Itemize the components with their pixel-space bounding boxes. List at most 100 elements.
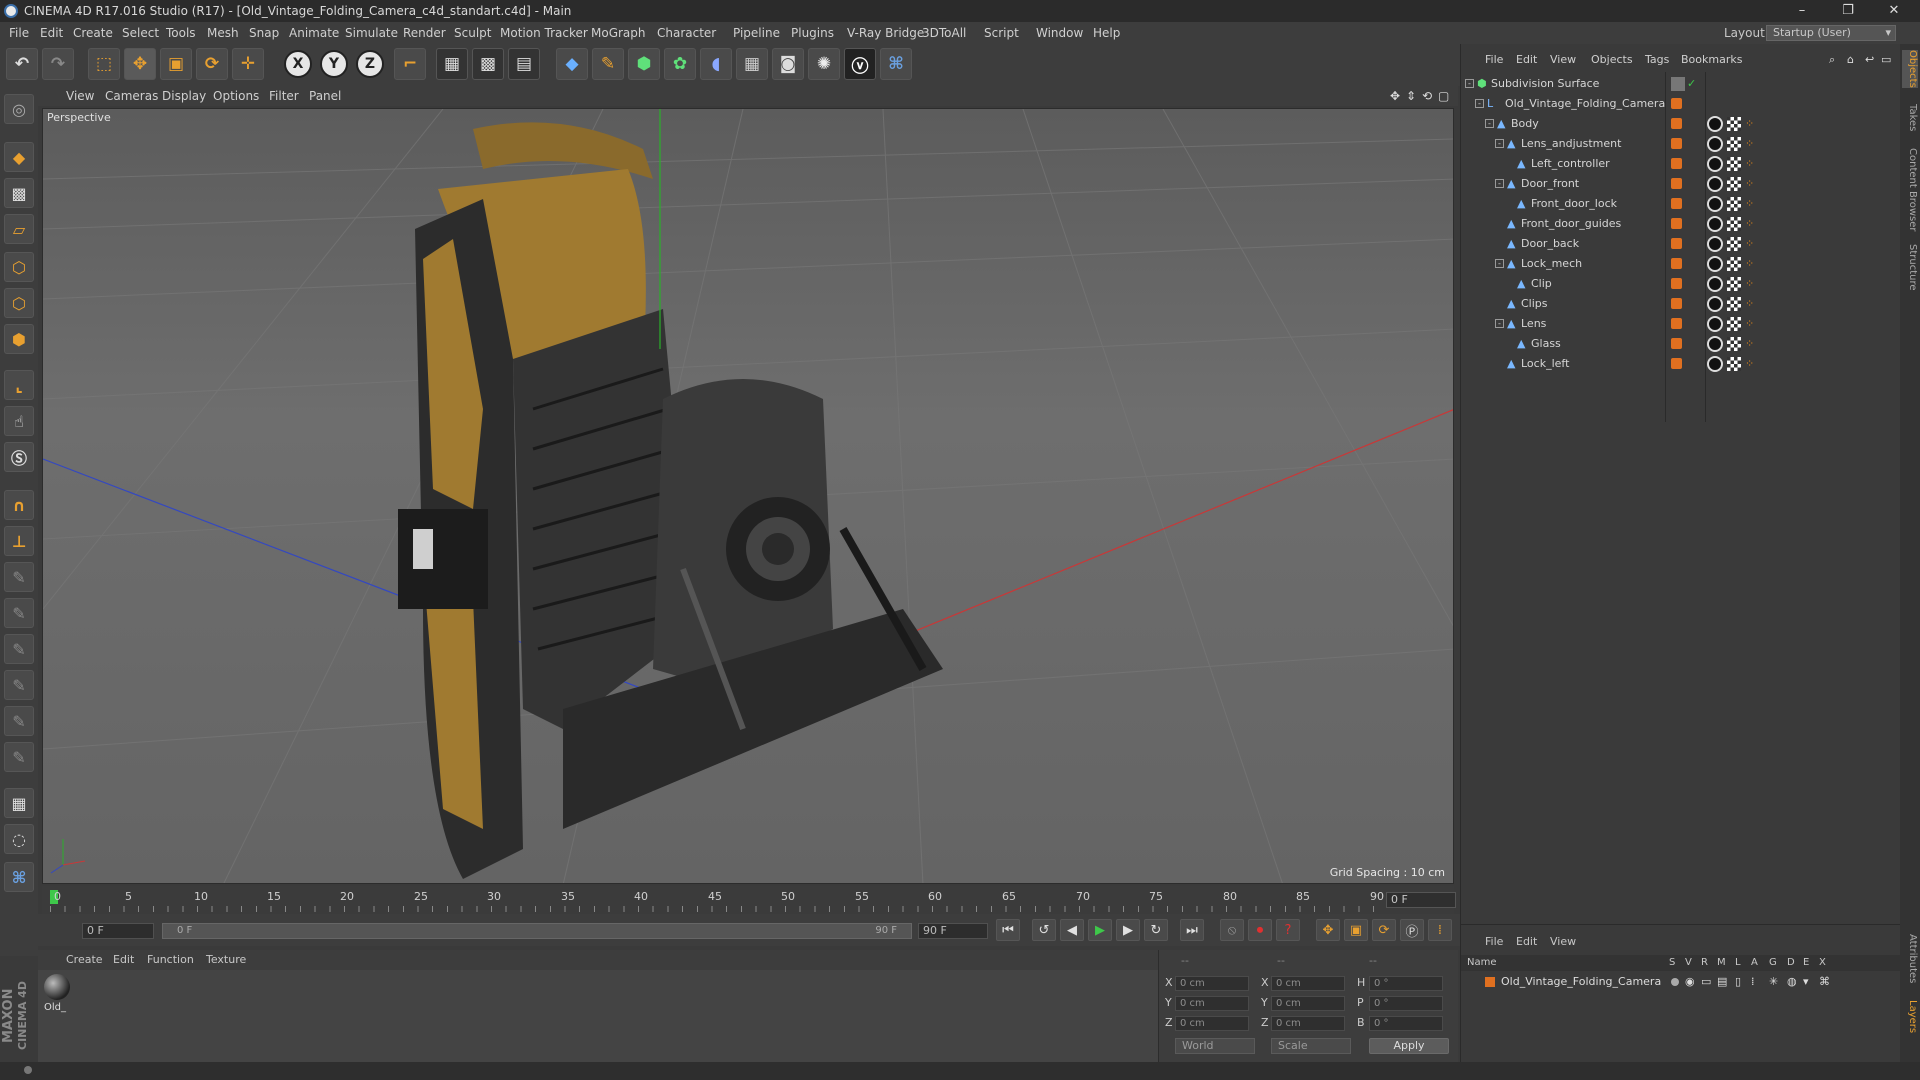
object-row-body[interactable]: - ▲ Body ⁘ xyxy=(1461,114,1901,134)
material-tag-icon[interactable] xyxy=(1707,116,1723,132)
x-axis-lock-button[interactable]: X xyxy=(284,50,312,78)
floor-object-icon[interactable]: ▦ xyxy=(736,48,768,80)
visibility-toggle-icon[interactable] xyxy=(1671,77,1685,91)
undo-icon[interactable]: ↶ xyxy=(6,48,38,80)
edges-mode-icon[interactable]: ⬡ xyxy=(4,288,34,318)
key-rotation-icon[interactable]: ⟳ xyxy=(1372,919,1396,941)
object-menu-view[interactable]: View xyxy=(1550,50,1576,70)
uvw-tag-icon[interactable] xyxy=(1727,317,1741,331)
make-editable-icon[interactable]: ◎ xyxy=(4,94,34,124)
next-frame-icon[interactable]: ▶ xyxy=(1116,919,1140,941)
menu-character[interactable]: Character xyxy=(657,22,716,44)
animation-toggle-icon[interactable]: ⁞ xyxy=(1751,973,1755,991)
material-name[interactable]: Old_ xyxy=(44,1002,66,1013)
material-tag-icon[interactable] xyxy=(1707,136,1723,152)
frame-range-slider[interactable]: 0 F 90 F xyxy=(162,923,912,939)
side-tab-structure[interactable]: Structure xyxy=(1902,244,1918,291)
phong-tag-icon[interactable]: ⁘ xyxy=(1745,258,1757,270)
material-tag-icon[interactable] xyxy=(1707,316,1723,332)
key-parameter-icon[interactable]: Ⓟ xyxy=(1400,919,1424,941)
magnet-icon[interactable]: ∩ xyxy=(4,490,34,520)
sculpt-pull-icon[interactable]: ✎ xyxy=(4,598,34,628)
layer-color-icon[interactable] xyxy=(1671,298,1682,309)
layer-row[interactable]: Old_Vintage_Folding_Camera ◉ ▭ ▤ ▯ ⁞ ✳ ◍… xyxy=(1461,973,1901,991)
layer-color-icon[interactable] xyxy=(1671,258,1682,269)
collapse-toggle[interactable]: - xyxy=(1495,139,1504,148)
render-view-icon[interactable]: ▦ xyxy=(436,48,468,80)
phong-tag-icon[interactable]: ⁘ xyxy=(1745,138,1757,150)
manager-toggle-icon[interactable]: ▤ xyxy=(1717,973,1727,991)
layer-color-icon[interactable] xyxy=(1671,278,1682,289)
points-mode-icon[interactable]: ⬡ xyxy=(4,252,34,282)
brush-tool-icon[interactable]: ✎ xyxy=(4,562,34,592)
layer-color-icon[interactable] xyxy=(1671,218,1682,229)
snapping-icon[interactable]: Ⓢ xyxy=(4,442,34,472)
menu-select[interactable]: Select xyxy=(122,22,159,44)
uvw-tag-icon[interactable] xyxy=(1727,297,1741,311)
sculpt-grab-icon[interactable]: ✎ xyxy=(4,742,34,772)
key-point-level-icon[interactable]: ⁞ xyxy=(1428,919,1452,941)
layer-color-icon[interactable] xyxy=(1671,98,1682,109)
side-tab-objects[interactable]: Objects xyxy=(1902,50,1918,88)
coord-pos-z-field[interactable]: 0 cm xyxy=(1175,1016,1249,1031)
coord-pos-y-field[interactable]: 0 cm xyxy=(1175,996,1249,1011)
collapse-toggle[interactable]: - xyxy=(1475,99,1484,108)
timeline-ruler[interactable]: 0 5 10 15 20 25 30 35 40 45 50 55 60 65 … xyxy=(42,886,1454,914)
coord-pos-x-field[interactable]: 0 cm xyxy=(1175,976,1249,991)
python-icon[interactable]: ⌘ xyxy=(880,48,912,80)
coord-size-x-field[interactable]: 0 cm xyxy=(1271,976,1345,991)
generators-toggle-icon[interactable]: ✳ xyxy=(1769,973,1778,991)
y-axis-lock-button[interactable]: Y xyxy=(320,50,348,78)
previous-frame-icon[interactable]: ◀ xyxy=(1060,919,1084,941)
go-to-start-icon[interactable]: ⏮ xyxy=(996,919,1020,941)
play-icon[interactable]: ▶ xyxy=(1088,919,1112,941)
phong-tag-icon[interactable]: ⁘ xyxy=(1745,298,1757,310)
minimize-button[interactable]: – xyxy=(1782,0,1822,22)
maximize-button[interactable]: ❐ xyxy=(1828,0,1868,22)
coordinate-system-icon[interactable]: ⌐ xyxy=(394,48,426,80)
phong-tag-icon[interactable]: ⁘ xyxy=(1745,278,1757,290)
back-icon[interactable]: ↩ xyxy=(1865,50,1874,70)
object-menu-tags[interactable]: Tags xyxy=(1645,50,1669,70)
collapse-toggle[interactable]: - xyxy=(1485,119,1494,128)
lock-toggle-icon[interactable]: ▯ xyxy=(1735,973,1741,991)
render-picture-viewer-icon[interactable]: ▩ xyxy=(472,48,504,80)
menu-animate[interactable]: Animate xyxy=(289,22,339,44)
side-tab-takes[interactable]: Takes xyxy=(1902,104,1918,131)
enabled-check-icon[interactable]: ✓ xyxy=(1687,78,1699,90)
menu-mograph[interactable]: MoGraph xyxy=(591,22,646,44)
render-settings-icon[interactable]: ▤ xyxy=(508,48,540,80)
menu-3dtoall[interactable]: 3DToAll xyxy=(922,22,966,44)
texture-mode-icon[interactable]: ▩ xyxy=(4,178,34,208)
object-menu-bookmarks[interactable]: Bookmarks xyxy=(1681,50,1742,70)
layer-color-icon[interactable] xyxy=(1671,318,1682,329)
sculpt-inflate-icon[interactable]: ✎ xyxy=(4,670,34,700)
material-tag-icon[interactable] xyxy=(1707,276,1723,292)
menu-simulate[interactable]: Simulate xyxy=(345,22,398,44)
coord-scale-dropdown[interactable]: Scale xyxy=(1271,1038,1351,1054)
side-tab-layers[interactable]: Layers xyxy=(1902,1000,1918,1033)
expressions-toggle-icon[interactable]: ▾ xyxy=(1803,973,1809,991)
menu-script[interactable]: Script xyxy=(984,22,1019,44)
layer-color-icon[interactable] xyxy=(1671,178,1682,189)
next-key-icon[interactable]: ↻ xyxy=(1144,919,1168,941)
phong-tag-icon[interactable]: ⁘ xyxy=(1745,118,1757,130)
current-frame-field[interactable]: 0 F xyxy=(1386,892,1456,908)
phong-tag-icon[interactable]: ⁘ xyxy=(1745,358,1757,370)
search-icon[interactable]: ⌕ xyxy=(1829,50,1835,70)
uvw-tag-icon[interactable] xyxy=(1727,237,1741,251)
cube-primitive-icon[interactable]: ◆ xyxy=(556,48,588,80)
grid-floor-icon[interactable]: ▦ xyxy=(4,788,34,818)
menu-render[interactable]: Render xyxy=(403,22,446,44)
uvw-tag-icon[interactable] xyxy=(1727,197,1741,211)
uvw-tag-icon[interactable] xyxy=(1727,217,1741,231)
object-row-glass[interactable]: ▲ Glass ⁘ xyxy=(1461,334,1901,354)
workplane-mode-icon[interactable]: ▱ xyxy=(4,214,34,244)
object-row-subdivision-surface[interactable]: - ⬢ Subdivision Surface ✓ xyxy=(1461,74,1901,94)
autokey-icon[interactable]: ⏺ xyxy=(1248,919,1272,941)
panel-options-icon[interactable]: ▭ xyxy=(1881,50,1891,70)
object-row-door-back[interactable]: ▲ Door_back ⁘ xyxy=(1461,234,1901,254)
collapse-toggle[interactable]: - xyxy=(1495,319,1504,328)
material-tag-icon[interactable] xyxy=(1707,336,1723,352)
axis-mode-icon[interactable]: ⌞ xyxy=(4,370,34,400)
